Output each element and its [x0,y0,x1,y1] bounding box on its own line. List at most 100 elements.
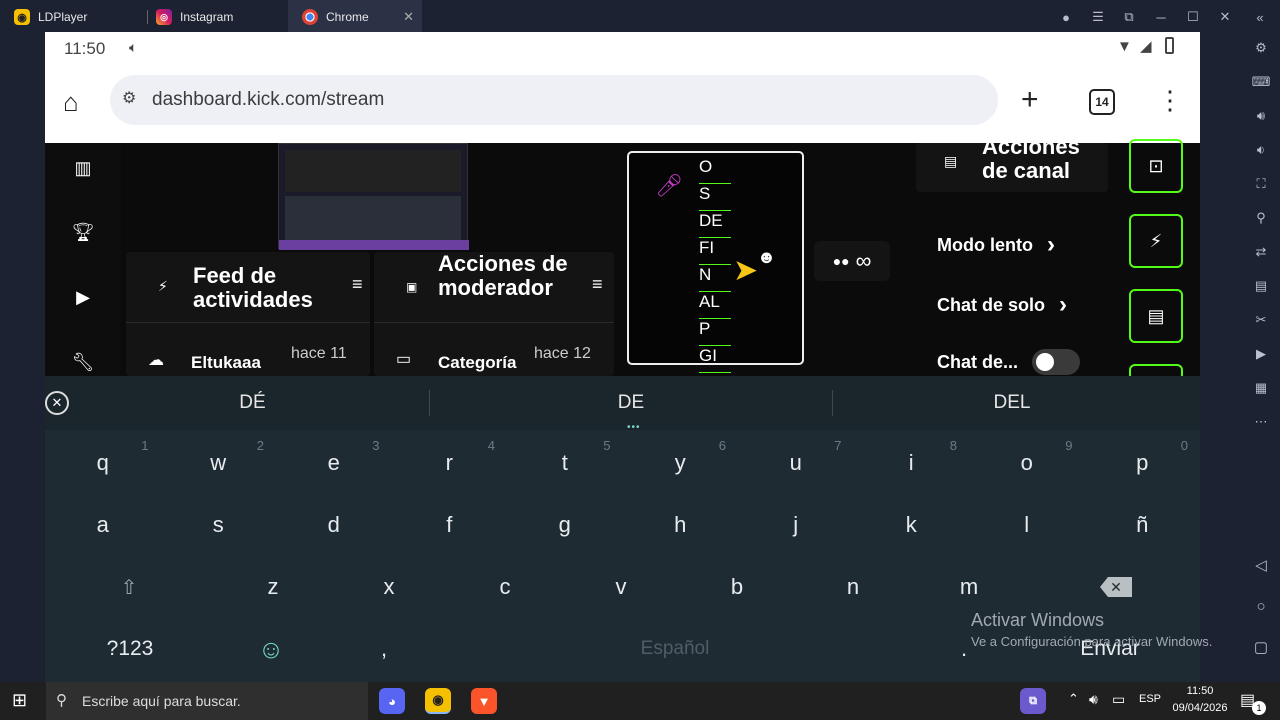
tray-chevron-icon[interactable]: ⌃ [1068,691,1079,707]
key-c[interactable]: c [447,556,563,618]
key-u[interactable]: u7 [738,432,854,494]
home-icon[interactable]: ⌂ [63,87,79,118]
key-l[interactable]: l [969,494,1085,556]
emoji-key[interactable]: ☺ [245,618,297,680]
wrench-icon[interactable]: 🔧︎ [72,351,95,373]
address-bar[interactable]: ⚙ dashboard.kick.com/stream [110,75,998,125]
keyboard-icon[interactable]: ⌨ [1251,72,1271,92]
clock-time[interactable]: 11:50 [1170,685,1230,697]
ldplayer-taskbar-icon[interactable]: ◉ [425,688,451,714]
filter-icon[interactable]: ≡ [352,274,363,295]
backspace-key[interactable]: ✕ [1089,556,1143,618]
emoji-icon[interactable]: ☻ [757,247,776,268]
language-indicator[interactable]: ESP [1139,693,1161,705]
slow-mode-item[interactable]: Modo lento › [937,231,1055,259]
files-icon[interactable]: ▦ [1251,378,1271,398]
key-v[interactable]: v [563,556,679,618]
key-g[interactable]: g [507,494,623,556]
followers-chat-item[interactable]: Chat de solo › [937,291,1067,319]
record-icon[interactable]: ▶ [1251,344,1271,364]
start-button[interactable]: ⊞ [12,690,27,711]
video-icon[interactable]: ▶ [72,286,94,308]
volume-icon[interactable]: 🔊︎ [1089,691,1098,708]
chat-toggle[interactable] [1032,349,1081,375]
key-o[interactable]: o9 [969,432,1085,494]
tray-app-icon[interactable]: ⧉ [1020,688,1046,714]
chat-overlay-card[interactable]: 🎤︎ O S DE FI N AL P GI ☻ ➤ [627,151,804,373]
key-row-3: ⇧ ✕ zxcvbnm [45,556,1200,618]
key-q[interactable]: q1 [45,432,161,494]
sync-icon[interactable]: ⇄ [1251,242,1271,262]
chat-toggle-item[interactable]: Chat de... [937,349,1081,375]
menu-icon[interactable]: ☰ [1082,0,1114,34]
key-t[interactable]: t5 [507,432,623,494]
taskbar-search[interactable]: ⚲ Escribe aquí para buscar. [46,682,368,720]
microphone-icon[interactable]: 🎤︎ [655,173,683,199]
home-icon[interactable]: ○ [1251,596,1271,616]
key-m[interactable]: m [911,556,1027,618]
key-i[interactable]: i8 [854,432,970,494]
key-y[interactable]: y6 [623,432,739,494]
network-icon[interactable]: ▭ [1112,691,1125,708]
key-z[interactable]: z [215,556,331,618]
tab-chrome[interactable]: Chrome ✕ [288,0,422,34]
close-suggestions-icon[interactable]: ✕ [45,391,69,415]
shift-key[interactable]: ⇧ [102,556,156,618]
recents-icon[interactable]: ▢ [1251,637,1271,657]
trophy-icon[interactable]: 🏆︎ [72,221,95,243]
space-key[interactable]: Español [425,618,925,680]
infinity-widget[interactable]: ●● ∞ [814,241,890,281]
scissors-icon[interactable]: ✂ [1251,310,1271,330]
volume-up-icon[interactable]: 🔊︎ [1251,106,1271,126]
key-d[interactable]: d [276,494,392,556]
new-tab-icon[interactable]: + [1021,83,1039,117]
key-n[interactable]: n [795,556,911,618]
key-r[interactable]: r4 [392,432,508,494]
clock-date[interactable]: 09/04/2026 [1166,702,1234,714]
tab-ldplayer[interactable]: ◉ LDPlayer [0,0,142,34]
key-f[interactable]: f [392,494,508,556]
key-e[interactable]: e3 [276,432,392,494]
raid-button[interactable]: ⚡︎ [1129,214,1183,268]
notes-button[interactable]: ▤ [1129,289,1183,343]
minimize-icon[interactable]: ─ [1145,0,1177,34]
key-p[interactable]: p0 [1085,432,1201,494]
key-j[interactable]: j [738,494,854,556]
key-w[interactable]: w2 [161,432,277,494]
fullscreen-icon[interactable]: ⛶ [1251,174,1271,194]
maximize-icon[interactable]: ☐ [1177,0,1209,34]
stats-icon[interactable]: ▥ [72,157,94,179]
account-icon[interactable]: ● [1050,0,1082,34]
suggestion-3[interactable]: DEL [833,376,1191,430]
comma-key[interactable]: , [357,618,411,680]
key-k[interactable]: k [854,494,970,556]
transcript-word: AL [699,292,731,319]
tab-instagram[interactable]: ◎ Instagram [142,0,288,34]
volume-down-icon[interactable]: 🔉︎ [1251,140,1271,160]
key-s[interactable]: s [161,494,277,556]
site-settings-icon[interactable]: ⚙ [122,88,136,108]
apk-icon[interactable]: ▤ [1251,276,1271,296]
key-h[interactable]: h [623,494,739,556]
discord-icon[interactable]: ◕ [379,688,405,714]
key-a[interactable]: a [45,494,161,556]
capture-button[interactable]: ⊡ [1129,139,1183,193]
overflow-menu-icon[interactable]: ⋮ [1157,85,1183,116]
settings-icon[interactable]: ⚙ [1251,38,1271,58]
key-x[interactable]: x [331,556,447,618]
stream-preview[interactable] [278,143,469,250]
brave-icon[interactable]: ▼ [471,688,497,714]
key-b[interactable]: b [679,556,795,618]
location-icon[interactable]: ⚲ [1251,208,1271,228]
collapse-sidebar-icon[interactable]: « [1244,0,1276,34]
filter-icon[interactable]: ≡ [592,274,603,295]
key-ñ[interactable]: ñ [1085,494,1201,556]
more-icon[interactable]: ⋯ [1251,412,1271,432]
back-icon[interactable]: ◁ [1251,555,1271,575]
symbols-key[interactable]: ?123 [85,618,175,680]
tab-switcher-button[interactable]: 14 [1089,89,1115,115]
suggestion-1[interactable]: DÉ [75,376,430,430]
close-window-icon[interactable]: ✕ [1209,0,1241,34]
restore-window-icon[interactable]: ⧉ [1113,0,1145,34]
close-tab-icon[interactable]: ✕ [403,9,414,25]
